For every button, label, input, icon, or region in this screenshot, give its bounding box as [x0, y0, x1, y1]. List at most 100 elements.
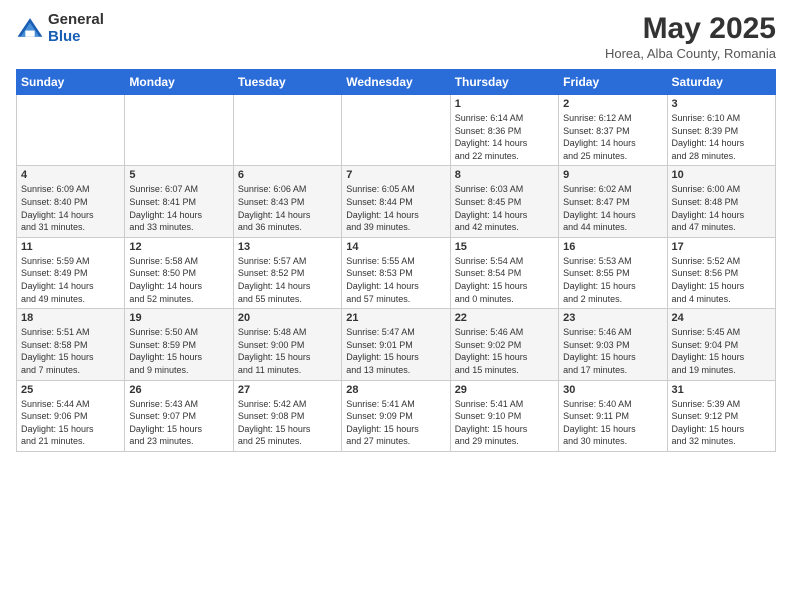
- calendar-cell: 18 Sunrise: 5:51 AM Sunset: 8:58 PM Dayli…: [17, 309, 125, 380]
- day-number: 13: [238, 241, 337, 253]
- day-info: Sunrise: 6:12 AM Sunset: 8:37 PM Dayligh…: [563, 112, 662, 162]
- calendar-cell: 26Sunrise: 5:43 AM Sunset: 9:07 PM Dayli…: [125, 380, 233, 451]
- calendar-cell: 9 Sunrise: 6:02 AM Sunset: 8:47 PM Daylig…: [559, 166, 667, 237]
- calendar-cell: 15Sunrise: 5:54 AM Sunset: 8:54 PM Dayli…: [450, 237, 558, 308]
- day-info: Sunrise: 6:07 AM Sunset: 8:41 PM Dayligh…: [129, 183, 228, 233]
- day-info: Sunrise: 5:41 AM Sunset: 9:09 PM Dayligh…: [346, 398, 445, 448]
- subtitle: Horea, Alba County, Romania: [605, 46, 776, 61]
- calendar-cell: [233, 95, 341, 166]
- day-number: 1: [455, 98, 554, 110]
- calendar-cell: 12Sunrise: 5:58 AM Sunset: 8:50 PM Dayli…: [125, 237, 233, 308]
- day-info: Sunrise: 5:48 AM Sunset: 9:00 PM Dayligh…: [238, 326, 337, 376]
- day-number: 11: [21, 241, 120, 253]
- day-info: Sunrise: 5:51 AM Sunset: 8:58 PM Dayligh…: [21, 326, 120, 376]
- logo-icon: [16, 15, 44, 43]
- day-info: Sunrise: 5:47 AM Sunset: 9:01 PM Dayligh…: [346, 326, 445, 376]
- day-header-monday: Monday: [125, 70, 233, 95]
- calendar-body: 1 Sunrise: 6:14 AM Sunset: 8:36 PM Daylig…: [17, 95, 776, 452]
- week-row-2: 4 Sunrise: 6:09 AM Sunset: 8:40 PM Daylig…: [17, 166, 776, 237]
- calendar-cell: 24 Sunrise: 5:45 AM Sunset: 9:04 PM Dayli…: [667, 309, 775, 380]
- day-info: Sunrise: 5:39 AM Sunset: 9:12 PM Dayligh…: [672, 398, 771, 448]
- day-info: Sunrise: 6:00 AM Sunset: 8:48 PM Dayligh…: [672, 183, 771, 233]
- day-info: Sunrise: 5:46 AM Sunset: 9:03 PM Dayligh…: [563, 326, 662, 376]
- day-info: Sunrise: 5:53 AM Sunset: 8:55 PM Dayligh…: [563, 255, 662, 305]
- calendar-cell: 31 Sunrise: 5:39 AM Sunset: 9:12 PM Dayli…: [667, 380, 775, 451]
- day-number: 24: [672, 312, 771, 324]
- day-number: 4: [21, 169, 120, 181]
- day-number: 5: [129, 169, 228, 181]
- day-info: Sunrise: 5:45 AM Sunset: 9:04 PM Dayligh…: [672, 326, 771, 376]
- calendar-cell: 8Sunrise: 6:03 AM Sunset: 8:45 PM Daylig…: [450, 166, 558, 237]
- day-number: 2: [563, 98, 662, 110]
- day-header-saturday: Saturday: [667, 70, 775, 95]
- calendar-cell: 13 Sunrise: 5:57 AM Sunset: 8:52 PM Dayli…: [233, 237, 341, 308]
- day-info: Sunrise: 5:44 AM Sunset: 9:06 PM Dayligh…: [21, 398, 120, 448]
- day-info: Sunrise: 6:06 AM Sunset: 8:43 PM Dayligh…: [238, 183, 337, 233]
- calendar-cell: [125, 95, 233, 166]
- day-number: 16: [563, 241, 662, 253]
- day-number: 17: [672, 241, 771, 253]
- day-number: 18: [21, 312, 120, 324]
- title-block: May 2025 Horea, Alba County, Romania: [605, 12, 776, 61]
- day-info: Sunrise: 5:43 AM Sunset: 9:07 PM Dayligh…: [129, 398, 228, 448]
- logo-blue: Blue: [48, 29, 104, 46]
- day-number: 10: [672, 169, 771, 181]
- day-number: 9: [563, 169, 662, 181]
- week-row-3: 11Sunrise: 5:59 AM Sunset: 8:49 PM Dayli…: [17, 237, 776, 308]
- day-header-tuesday: Tuesday: [233, 70, 341, 95]
- page: General Blue May 2025 Horea, Alba County…: [0, 0, 792, 612]
- calendar-cell: [17, 95, 125, 166]
- day-info: Sunrise: 5:58 AM Sunset: 8:50 PM Dayligh…: [129, 255, 228, 305]
- day-info: Sunrise: 6:14 AM Sunset: 8:36 PM Dayligh…: [455, 112, 554, 162]
- day-header-wednesday: Wednesday: [342, 70, 450, 95]
- logo-text: General Blue: [48, 12, 104, 45]
- day-info: Sunrise: 6:02 AM Sunset: 8:47 PM Dayligh…: [563, 183, 662, 233]
- calendar-cell: 10 Sunrise: 6:00 AM Sunset: 8:48 PM Dayli…: [667, 166, 775, 237]
- day-number: 3: [672, 98, 771, 110]
- logo-general: General: [48, 12, 104, 29]
- day-number: 27: [238, 384, 337, 396]
- main-title: May 2025: [605, 12, 776, 46]
- day-info: Sunrise: 5:50 AM Sunset: 8:59 PM Dayligh…: [129, 326, 228, 376]
- header-row: SundayMondayTuesdayWednesdayThursdayFrid…: [17, 70, 776, 95]
- day-number: 29: [455, 384, 554, 396]
- calendar-cell: 2 Sunrise: 6:12 AM Sunset: 8:37 PM Daylig…: [559, 95, 667, 166]
- day-number: 25: [21, 384, 120, 396]
- calendar-cell: [342, 95, 450, 166]
- calendar-cell: 1 Sunrise: 6:14 AM Sunset: 8:36 PM Daylig…: [450, 95, 558, 166]
- day-info: Sunrise: 6:10 AM Sunset: 8:39 PM Dayligh…: [672, 112, 771, 162]
- day-number: 6: [238, 169, 337, 181]
- day-number: 22: [455, 312, 554, 324]
- calendar-cell: 23 Sunrise: 5:46 AM Sunset: 9:03 PM Dayli…: [559, 309, 667, 380]
- header: General Blue May 2025 Horea, Alba County…: [16, 12, 776, 61]
- day-info: Sunrise: 6:05 AM Sunset: 8:44 PM Dayligh…: [346, 183, 445, 233]
- day-number: 19: [129, 312, 228, 324]
- calendar-cell: 27Sunrise: 5:42 AM Sunset: 9:08 PM Dayli…: [233, 380, 341, 451]
- calendar-cell: 30Sunrise: 5:40 AM Sunset: 9:11 PM Dayli…: [559, 380, 667, 451]
- calendar-cell: 17 Sunrise: 5:52 AM Sunset: 8:56 PM Dayli…: [667, 237, 775, 308]
- calendar-cell: 6 Sunrise: 6:06 AM Sunset: 8:43 PM Daylig…: [233, 166, 341, 237]
- calendar-cell: 5 Sunrise: 6:07 AM Sunset: 8:41 PM Daylig…: [125, 166, 233, 237]
- calendar-cell: 28Sunrise: 5:41 AM Sunset: 9:09 PM Dayli…: [342, 380, 450, 451]
- calendar-cell: 7 Sunrise: 6:05 AM Sunset: 8:44 PM Daylig…: [342, 166, 450, 237]
- day-number: 20: [238, 312, 337, 324]
- logo: General Blue: [16, 12, 104, 45]
- week-row-1: 1 Sunrise: 6:14 AM Sunset: 8:36 PM Daylig…: [17, 95, 776, 166]
- calendar-cell: 19 Sunrise: 5:50 AM Sunset: 8:59 PM Dayli…: [125, 309, 233, 380]
- day-info: Sunrise: 5:46 AM Sunset: 9:02 PM Dayligh…: [455, 326, 554, 376]
- day-info: Sunrise: 5:57 AM Sunset: 8:52 PM Dayligh…: [238, 255, 337, 305]
- day-number: 7: [346, 169, 445, 181]
- day-number: 21: [346, 312, 445, 324]
- calendar-cell: 22 Sunrise: 5:46 AM Sunset: 9:02 PM Dayli…: [450, 309, 558, 380]
- day-number: 23: [563, 312, 662, 324]
- day-number: 31: [672, 384, 771, 396]
- week-row-4: 18 Sunrise: 5:51 AM Sunset: 8:58 PM Dayli…: [17, 309, 776, 380]
- day-info: Sunrise: 5:52 AM Sunset: 8:56 PM Dayligh…: [672, 255, 771, 305]
- day-header-thursday: Thursday: [450, 70, 558, 95]
- day-info: Sunrise: 5:41 AM Sunset: 9:10 PM Dayligh…: [455, 398, 554, 448]
- calendar-cell: 29 Sunrise: 5:41 AM Sunset: 9:10 PM Dayli…: [450, 380, 558, 451]
- calendar-cell: 25 Sunrise: 5:44 AM Sunset: 9:06 PM Dayli…: [17, 380, 125, 451]
- calendar-cell: 3 Sunrise: 6:10 AM Sunset: 8:39 PM Daylig…: [667, 95, 775, 166]
- day-info: Sunrise: 6:09 AM Sunset: 8:40 PM Dayligh…: [21, 183, 120, 233]
- calendar-cell: 14Sunrise: 5:55 AM Sunset: 8:53 PM Dayli…: [342, 237, 450, 308]
